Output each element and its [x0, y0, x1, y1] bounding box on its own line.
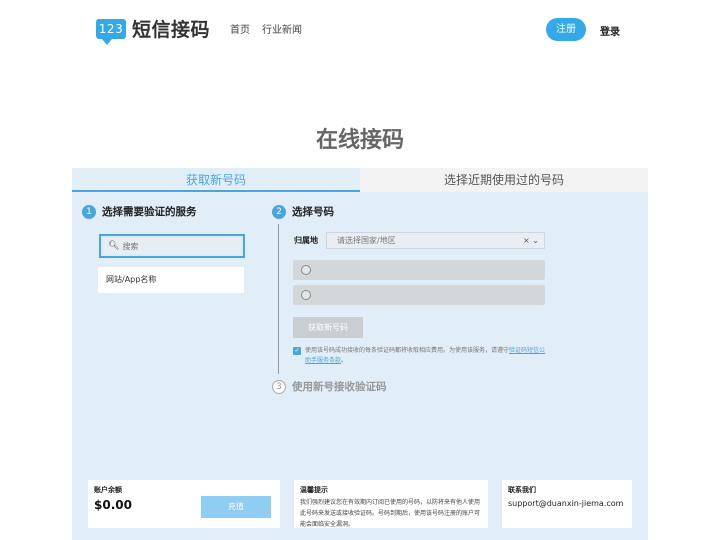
number-option[interactable] [293, 285, 545, 305]
step3-number: 3 [272, 379, 286, 394]
step2-number: 2 [272, 204, 286, 219]
login-button[interactable]: 登录 [600, 23, 620, 38]
main-panel: 获取新号码 选择近期使用过的号码 1 选择需要验证的服务 🔍︎ 网站/App名称… [72, 168, 648, 540]
agree-end: 。 [341, 357, 348, 364]
tab-recent-numbers[interactable]: 选择近期使用过的号码 [360, 168, 648, 192]
register-button[interactable]: 注册 [546, 18, 586, 41]
clear-and-chevron-down-icon[interactable]: × ⌄ [523, 233, 539, 248]
contact-email[interactable]: support@duanxin-jiema.com [508, 499, 626, 508]
nav-home[interactable]: 首页 [230, 21, 250, 36]
nav-news[interactable]: 行业新闻 [262, 21, 302, 36]
logo-badge-icon: 123 [96, 18, 126, 45]
tab-bar: 获取新号码 选择近期使用过的号码 [72, 168, 648, 192]
tab-new-number[interactable]: 获取新号码 [72, 168, 360, 192]
balance-card: 账户余额 $0.00 充值 [88, 480, 280, 528]
step1-number: 1 [82, 204, 96, 219]
region-label: 归属地 [294, 236, 318, 245]
step2-title: 选择号码 [292, 206, 334, 218]
recharge-button[interactable]: 充值 [201, 496, 271, 518]
contact-card: 联系我们 support@duanxin-jiema.com [502, 480, 632, 528]
search-input[interactable] [122, 241, 223, 251]
logo[interactable]: 123 短信接码 [96, 15, 211, 45]
tips-text: 我们强烈建议您在有效期内订阅已使用的号码，以防将来有他人使用此号码来发送或接收验… [300, 499, 481, 528]
region-placeholder: 请选择国家/地区 [337, 236, 396, 245]
step-divider [278, 224, 279, 374]
contact-title: 联系我们 [508, 486, 536, 494]
radio-button[interactable] [301, 290, 311, 300]
step1-title: 选择需要验证的服务 [102, 206, 197, 218]
search-icon: 🔍︎ [108, 241, 120, 251]
page-title: 在线接码 [315, 128, 404, 153]
get-new-number-button[interactable]: 获取新号码 [293, 317, 363, 338]
step2-heading: 2 选择号码 [272, 204, 334, 219]
number-option[interactable] [293, 260, 545, 280]
top-nav: 首页 行业新闻 [230, 21, 302, 36]
agree-checkbox[interactable]: ✓ [293, 347, 301, 355]
agree-text: 使用该号码成功接收的每条验证码都将收取相应费用。为使用该服务，请遵守 [305, 347, 510, 354]
service-search[interactable]: 🔍︎ [99, 234, 245, 258]
step3-title: 使用新号接收验证码 [292, 381, 387, 393]
radio-button[interactable] [301, 265, 311, 275]
step1-heading: 1 选择需要验证的服务 [82, 204, 197, 219]
logo-text: 短信接码 [132, 19, 211, 41]
service-list-item[interactable]: 网站/App名称 [98, 267, 244, 293]
region-select[interactable]: 请选择国家/地区 × ⌄ [326, 232, 545, 249]
tips-card: 温馨提示 我们强烈建议您在有效期内订阅已使用的号码，以防将来有他人使用此号码来发… [294, 480, 488, 528]
step3-heading: 3 使用新号接收验证码 [272, 379, 387, 394]
balance-title: 账户余额 [94, 486, 122, 494]
tips-title: 温馨提示 [300, 486, 328, 494]
terms-agreement: ✓ 使用该号码成功接收的每条验证码都将收取相应费用。为使用该服务，请遵守验证码短… [293, 346, 548, 366]
